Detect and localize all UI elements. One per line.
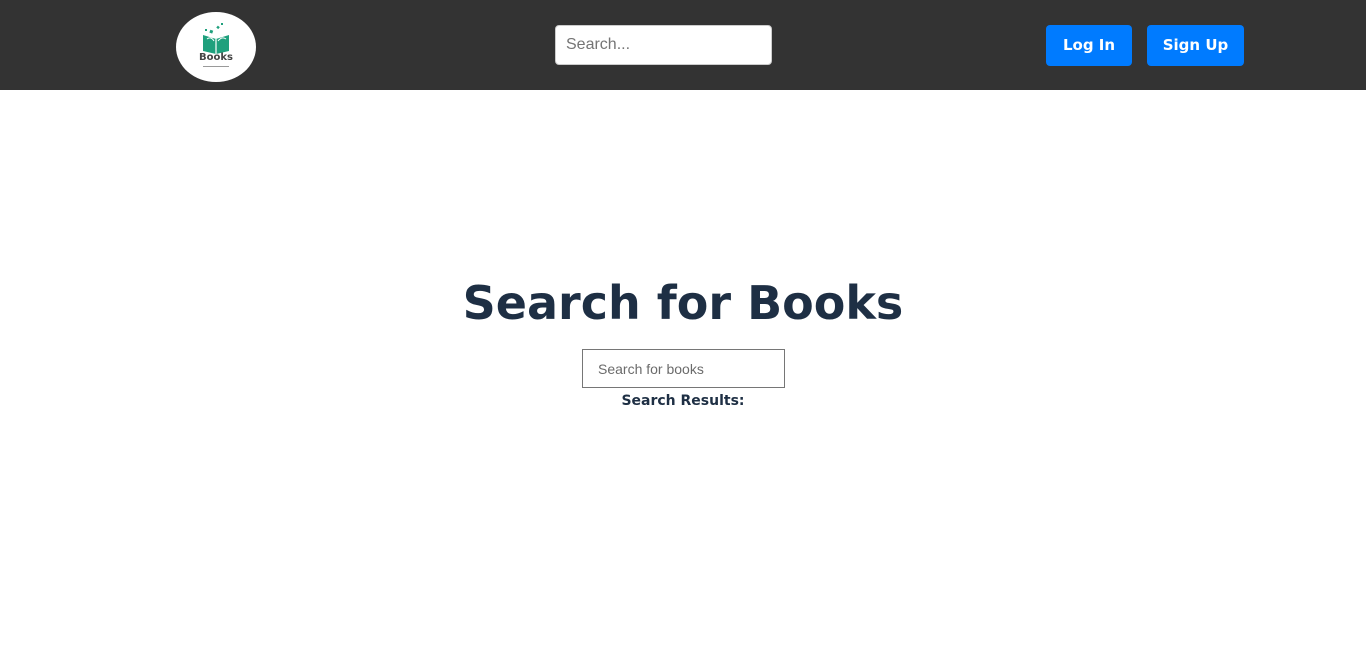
- signup-button[interactable]: Sign Up: [1147, 25, 1244, 66]
- site-logo[interactable]: Books: [176, 12, 256, 82]
- top-navbar: Books Log In Sign Up: [0, 0, 1366, 90]
- search-results-heading: Search Results:: [621, 393, 745, 409]
- page-title: Search for Books: [462, 276, 904, 330]
- header-search-input[interactable]: [555, 25, 772, 65]
- logo-underline: [203, 66, 229, 67]
- book-search-input[interactable]: [582, 349, 785, 388]
- login-button[interactable]: Log In: [1046, 25, 1132, 66]
- open-book-leaves-icon: [203, 23, 229, 54]
- logo-text: Books: [199, 52, 233, 63]
